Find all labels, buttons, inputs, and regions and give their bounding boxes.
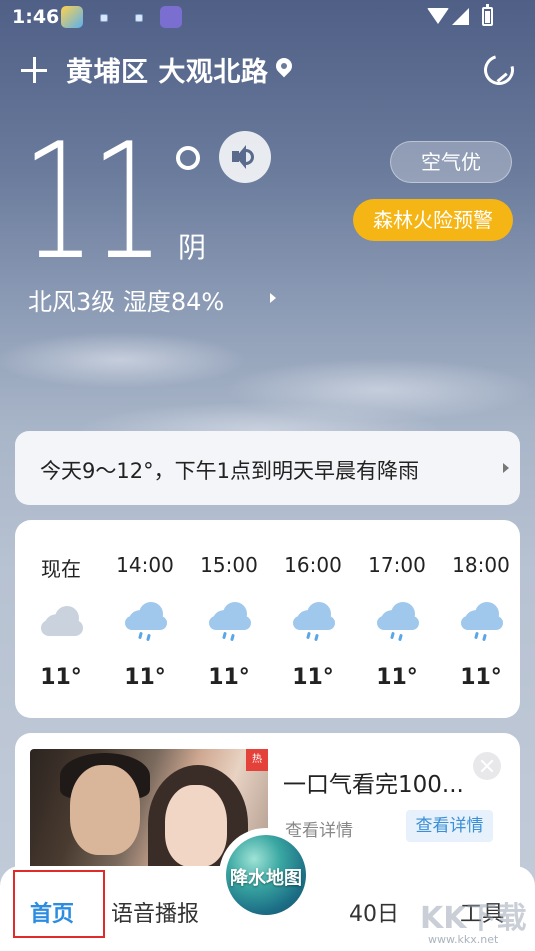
rain-icon bbox=[461, 602, 503, 642]
notification-icon bbox=[100, 14, 108, 22]
speaker-button[interactable] bbox=[219, 131, 271, 183]
status-bar: 1:46 bbox=[0, 0, 535, 36]
degree-symbol bbox=[176, 146, 200, 170]
nav-voice-broadcast[interactable]: 语音播报 bbox=[111, 896, 199, 928]
current-temperature: 11 bbox=[22, 108, 164, 295]
hourly-time: 14:00 bbox=[116, 553, 174, 577]
battery-icon bbox=[482, 4, 493, 26]
rain-icon bbox=[377, 602, 419, 642]
ad-title[interactable]: 一口气看完100... bbox=[283, 765, 464, 799]
location-title[interactable]: 黄埔区 大观北路 bbox=[66, 50, 268, 89]
watermark-url: www.kkx.net bbox=[428, 933, 499, 946]
forecast-summary-text: 今天9～12°，下午1点到明天早晨有降雨 bbox=[40, 459, 419, 483]
hourly-temp: 11° bbox=[376, 665, 418, 690]
highlight-box bbox=[13, 870, 105, 938]
hot-tag: 热 bbox=[246, 749, 268, 771]
chevron-right-icon bbox=[503, 463, 509, 473]
hourly-temp: 11° bbox=[292, 665, 334, 690]
hourly-time: 16:00 bbox=[284, 553, 342, 577]
notification-icon bbox=[135, 14, 143, 22]
air-quality-badge[interactable]: 空气优 bbox=[390, 141, 512, 183]
watermark-logo: KK下载 bbox=[420, 901, 527, 936]
close-icon[interactable] bbox=[473, 752, 501, 780]
location-pin-icon bbox=[272, 54, 296, 78]
hourly-temp: 11° bbox=[460, 665, 502, 690]
chevron-right-icon bbox=[270, 293, 276, 303]
wind-humidity[interactable]: 北风3级 湿度84% bbox=[28, 282, 224, 317]
weather-condition: 阴 bbox=[178, 231, 207, 264]
nav-40-day[interactable]: 40日 bbox=[349, 896, 399, 928]
hourly-temp: 11° bbox=[124, 665, 166, 690]
cloudy-icon bbox=[41, 602, 83, 638]
hourly-time: 17:00 bbox=[368, 553, 426, 577]
ad-details-button[interactable]: 查看详情 bbox=[406, 810, 493, 842]
precipitation-map-label: 降水地图 bbox=[230, 868, 302, 889]
status-time: 1:46 bbox=[12, 6, 60, 28]
hourly-forecast-card[interactable]: 现在 11° 14:00 11° 15:00 11° 16:00 11° 17:… bbox=[15, 520, 520, 718]
wifi-icon bbox=[427, 8, 449, 24]
rain-icon bbox=[125, 602, 167, 642]
app-grid-icon bbox=[160, 6, 182, 28]
rain-icon bbox=[293, 602, 335, 642]
rain-icon bbox=[209, 602, 251, 642]
hourly-time: 18:00 bbox=[452, 553, 510, 577]
hourly-time: 现在 bbox=[41, 557, 81, 581]
refresh-icon[interactable] bbox=[478, 49, 520, 91]
precipitation-map-button[interactable]: 降水地图 bbox=[219, 828, 313, 922]
signal-icon bbox=[452, 8, 469, 25]
forecast-summary-card[interactable]: 今天9～12°，下午1点到明天早晨有降雨 bbox=[15, 431, 520, 505]
hourly-time: 15:00 bbox=[200, 553, 258, 577]
weather-app-icon bbox=[61, 6, 83, 28]
warning-badge[interactable]: 森林火险预警 bbox=[353, 199, 513, 241]
hourly-temp: 11° bbox=[208, 665, 250, 690]
globe-icon: 降水地图 bbox=[226, 835, 306, 915]
add-city-icon[interactable] bbox=[20, 56, 48, 84]
hourly-temp: 11° bbox=[40, 665, 82, 690]
